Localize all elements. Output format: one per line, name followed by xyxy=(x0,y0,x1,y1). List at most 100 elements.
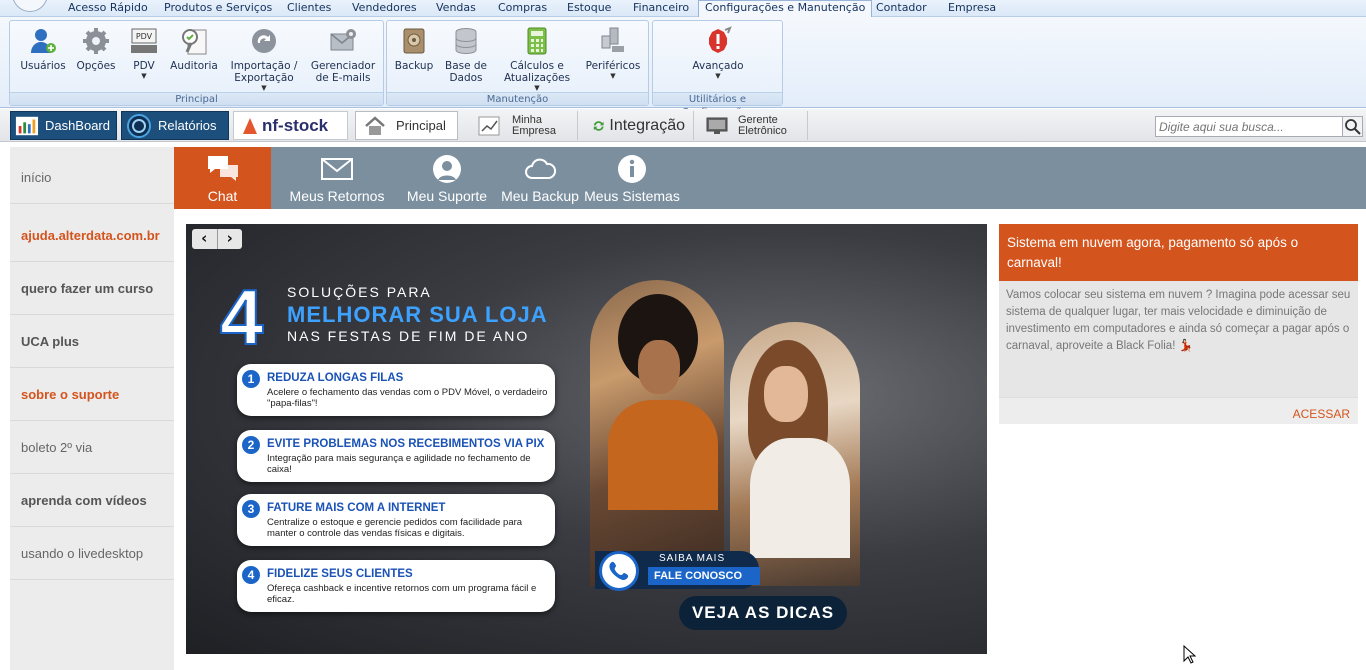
calculator-icon xyxy=(527,27,547,55)
calculos-atualizacoes-button[interactable]: Cálculos e Atualizações ▼ xyxy=(495,26,579,92)
shortcut-toolbar: DashBoard Relatórios nf-stock Principal … xyxy=(0,109,1366,142)
gerenciador-emails-button[interactable]: Gerenciador de E-mails xyxy=(308,26,378,84)
menu-vendas[interactable]: Vendas xyxy=(430,1,482,17)
ribbon-group-utilitarios: Avançado ▼ Utilitários e Configurações xyxy=(652,20,783,118)
cloud-icon xyxy=(525,158,557,179)
opcoes-button[interactable]: Opções xyxy=(72,26,120,72)
dashboard-icon xyxy=(15,116,39,135)
nav-boleto-2-via[interactable]: boleto 2º via xyxy=(10,421,174,474)
tip-title: FATURE MAIS COM A INTERNET xyxy=(267,502,446,514)
menu-estoque[interactable]: Estoque xyxy=(561,1,617,17)
sync-icon xyxy=(593,120,604,131)
phone-icon xyxy=(599,551,639,591)
gear-icon xyxy=(83,28,109,54)
info-icon xyxy=(618,155,646,183)
chevron-down-icon: ▼ xyxy=(261,84,267,92)
menu-contador[interactable]: Contador xyxy=(870,1,933,17)
tip-number: 3 xyxy=(242,500,260,518)
reports-icon xyxy=(127,113,151,138)
prev-arrow-icon[interactable]: ‹ xyxy=(192,229,218,249)
base-de-dados-button[interactable]: Base de Dados xyxy=(441,26,491,84)
dashboard-button[interactable]: DashBoard xyxy=(10,111,117,140)
menu-configuracoes-manutencao[interactable]: Configurações e Manutenção xyxy=(698,0,873,17)
ribbon: Usuários Opções PDV PDV ▼ Auditoria Impo… xyxy=(0,17,1366,118)
banner-line1: SOLUÇÕES PARA xyxy=(287,284,432,300)
nav-ajuda-alterdata[interactable]: ajuda.alterdata.com.br xyxy=(10,209,174,262)
chevron-down-icon: ▼ xyxy=(715,72,721,80)
backup-button[interactable]: Backup xyxy=(391,26,437,72)
ribbon-group-manutencao: Backup Base de Dados Cálculos e Atualiza… xyxy=(386,20,649,106)
tip-body: Centralize o estoque e gerencie pedidos … xyxy=(267,517,523,539)
gerente-eletronico-button[interactable]: Gerente Eletrônico xyxy=(698,111,808,140)
svg-text:PDV: PDV xyxy=(136,32,153,41)
app-menu-button[interactable] xyxy=(12,0,48,12)
menu-vendedores[interactable]: Vendedores xyxy=(346,1,423,17)
chevron-down-icon: ▼ xyxy=(534,84,540,92)
search-input[interactable] xyxy=(1155,116,1343,137)
support-person-icon xyxy=(433,155,461,183)
tab-meus-sistemas[interactable]: Meus Sistemas xyxy=(584,147,680,209)
principal-button[interactable]: Principal xyxy=(355,111,458,140)
banner-tip: 2 EVITE PROBLEMAS NOS RECEBIMENTOS VIA P… xyxy=(237,430,555,482)
minha-empresa-line2: Empresa xyxy=(512,124,557,137)
minha-empresa-button[interactable]: Minha Empresa xyxy=(470,111,578,140)
nav-usando-livedesktop[interactable]: usando o livedesktop xyxy=(10,527,174,580)
menu-produtos-servicos[interactable]: Produtos e Serviços xyxy=(158,1,278,17)
company-chart-icon xyxy=(478,116,500,135)
acessar-link[interactable]: ACESSAR xyxy=(1293,407,1350,421)
nav-quero-fazer-curso[interactable]: quero fazer um curso xyxy=(10,262,174,315)
chevron-down-icon: ▼ xyxy=(141,72,147,80)
tip-body: Integração para mais segurança e agilida… xyxy=(267,453,531,475)
tab-meu-backup[interactable]: Meu Backup xyxy=(500,147,580,209)
promo-title: Sistema em nuvem agora, pagamento só apó… xyxy=(999,224,1358,281)
support-tabs: Chat Meus Retornos Meu Suporte Meu Backu… xyxy=(174,147,1366,209)
database-icon xyxy=(455,28,477,55)
relatorios-button[interactable]: Relatórios xyxy=(121,111,229,140)
gerente-line2: Eletrônico xyxy=(738,124,787,137)
importacao-exportacao-button[interactable]: Importação / Exportação ▼ xyxy=(226,26,302,92)
tip-body: Acelere o fechamento das vendas com o PD… xyxy=(267,387,548,409)
auditoria-button[interactable]: Auditoria xyxy=(168,26,220,72)
main-menu-bar: Acesso Rápido Produtos e Serviços Client… xyxy=(0,0,1366,17)
next-arrow-icon[interactable]: › xyxy=(218,229,243,249)
cta-fale-conosco[interactable]: FALE CONOSCO xyxy=(648,567,760,585)
integracao-button[interactable]: Integração xyxy=(584,111,694,140)
pdv-button[interactable]: PDV PDV ▼ xyxy=(124,26,164,80)
ribbon-group-label: Utilitários e Configurações xyxy=(653,92,782,118)
tip-title: EVITE PROBLEMAS NOS RECEBIMENTOS VIA PIX xyxy=(267,438,545,450)
menu-acesso-rapido[interactable]: Acesso Rápido xyxy=(62,1,154,17)
veja-as-dicas-button[interactable]: VEJA AS DICAS xyxy=(679,596,847,630)
menu-clientes[interactable]: Clientes xyxy=(281,1,337,17)
banner-big-number: 4 xyxy=(219,273,264,361)
menu-financeiro[interactable]: Financeiro xyxy=(627,1,695,17)
avancado-button[interactable]: Avançado ▼ xyxy=(683,26,753,80)
tip-body: Ofereça cashback e incentive retornos co… xyxy=(267,583,537,605)
tip-number: 4 xyxy=(242,566,260,584)
chevron-down-icon: ▼ xyxy=(610,72,616,80)
mouse-cursor-icon xyxy=(1183,645,1197,664)
nav-uca-plus[interactable]: UCA plus xyxy=(10,315,174,368)
nav-aprenda-videos[interactable]: aprenda com vídeos xyxy=(10,474,174,527)
search-button[interactable] xyxy=(1342,116,1363,137)
tab-chat[interactable]: Chat xyxy=(174,147,271,209)
pdv-icon: PDV xyxy=(131,28,157,53)
tip-number: 1 xyxy=(242,370,260,388)
left-nav: início ajuda.alterdata.com.br quero faze… xyxy=(10,147,174,670)
ribbon-group-label: Manutenção xyxy=(387,92,648,105)
promo-banner[interactable]: ‹ › 4 SOLUÇÕES PARA MELHORAR SUA LOJA NA… xyxy=(186,224,987,654)
perifericos-button[interactable]: Periféricos ▼ xyxy=(583,26,643,80)
nfstock-button[interactable]: nf-stock xyxy=(233,111,348,140)
tip-number: 2 xyxy=(242,436,260,454)
nav-sobre-suporte[interactable]: sobre o suporte xyxy=(10,368,174,421)
search-icon xyxy=(1345,119,1361,135)
home-icon xyxy=(365,115,385,135)
menu-compras[interactable]: Compras xyxy=(492,1,553,17)
ribbon-group-principal: Usuários Opções PDV PDV ▼ Auditoria Impo… xyxy=(9,20,384,106)
banner-photo-woman-2 xyxy=(730,322,860,586)
chat-icon xyxy=(207,156,238,181)
nav-inicio[interactable]: início xyxy=(10,152,174,204)
usuarios-button[interactable]: Usuários xyxy=(16,26,70,72)
tab-meus-retornos[interactable]: Meus Retornos xyxy=(282,147,392,209)
tab-meu-suporte[interactable]: Meu Suporte xyxy=(397,147,497,209)
menu-empresa[interactable]: Empresa xyxy=(942,1,1002,17)
